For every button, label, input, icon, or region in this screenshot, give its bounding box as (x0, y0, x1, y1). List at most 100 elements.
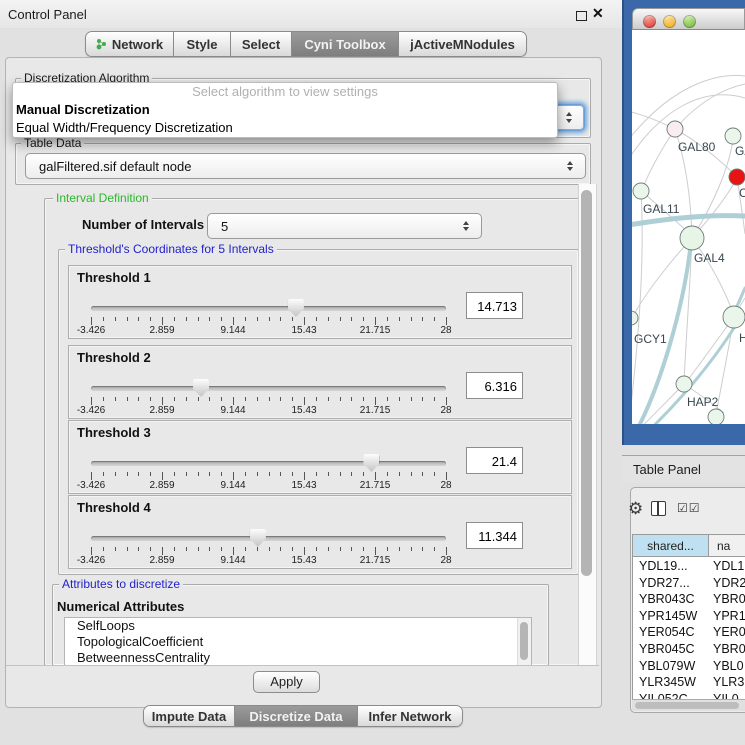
apply-button[interactable]: Apply (253, 671, 320, 693)
slider-thumb[interactable] (288, 299, 304, 317)
threshold-value-field[interactable]: 14.713 (466, 292, 523, 319)
table-cell[interactable]: YBL0 (713, 658, 744, 675)
checkboxes-icon[interactable]: ☑☑ (677, 501, 701, 515)
network-node-GCY1[interactable] (632, 311, 638, 325)
table-cell[interactable]: YBR0 (713, 591, 745, 608)
network-node-red[interactable] (729, 169, 745, 185)
tick-mark (221, 397, 222, 401)
network-node-partial-bottom[interactable] (708, 409, 724, 424)
table-row[interactable]: YBR043C YBR0 (633, 591, 745, 608)
table-row[interactable]: YBR045C YBR0 (633, 641, 745, 658)
table-cell[interactable]: YDR2 (713, 575, 745, 592)
tab-jactivemnodules[interactable]: jActiveMNodules (398, 32, 526, 56)
tab-label: Select (242, 37, 280, 52)
network-node-GAL4[interactable] (680, 226, 704, 250)
tab-discretize-data[interactable]: Discretize Data (234, 706, 357, 726)
table-row[interactable]: YPR145W YPR1 (633, 608, 745, 625)
list-scrollbar[interactable] (517, 618, 531, 665)
tab-cyni-toolbox[interactable]: Cyni Toolbox (291, 32, 398, 56)
slider-track[interactable] (91, 306, 446, 311)
table-hscrollbar-thumb[interactable] (635, 702, 739, 709)
table-cell[interactable]: YBR043C (639, 591, 695, 608)
network-node-HAP2[interactable] (676, 376, 692, 392)
network-node-GAL80[interactable] (667, 121, 683, 137)
tick-mark (269, 397, 270, 401)
network-node-GA[interactable] (725, 128, 741, 144)
tick-mark (257, 472, 258, 476)
tick-mark (233, 472, 234, 480)
table-row[interactable]: YDR27... YDR2 (633, 575, 745, 592)
table-cell[interactable]: YER0 (713, 624, 745, 641)
network-node-GAL11[interactable] (633, 183, 649, 199)
zoom-traffic-light[interactable] (683, 15, 696, 28)
table-cell[interactable]: YLR3 (713, 674, 744, 691)
table-cell[interactable]: YDL1 (713, 558, 744, 575)
threshold-value-field[interactable]: 11.344 (466, 522, 523, 549)
threshold-value-field[interactable]: 6.316 (466, 372, 523, 399)
node-table: shared... na YDL19...YDL1YDR27...YDR2YBR… (632, 534, 745, 710)
table-cell[interactable]: YDL19... (639, 558, 688, 575)
gear-icon[interactable]: ⚙ (628, 500, 643, 517)
table-cell[interactable]: YPR1 (713, 608, 745, 625)
float-window-button[interactable] (576, 11, 587, 21)
tick-mark (127, 397, 128, 401)
number-of-intervals-label: Number of Intervals (82, 217, 204, 232)
slider-track[interactable] (91, 461, 446, 466)
table-cell[interactable]: YBR045C (639, 641, 695, 658)
tick-mark (387, 397, 388, 401)
table-data-combo[interactable]: galFiltered.sif default node (25, 153, 586, 179)
tick-mark (280, 397, 281, 401)
list-scrollbar-thumb[interactable] (520, 622, 528, 660)
table-hscrollbar[interactable] (632, 699, 745, 711)
tick-mark (138, 472, 139, 476)
tick-mark (127, 317, 128, 321)
attribute-item[interactable]: BetweennessCentrality (65, 650, 531, 666)
table-cell[interactable]: YER054C (639, 624, 695, 641)
network-window-title-bar[interactable] (632, 8, 745, 30)
attribute-item[interactable]: TopologicalCoefficient (65, 634, 531, 650)
slider-thumb[interactable] (363, 454, 379, 472)
tab-style[interactable]: Style (173, 32, 230, 56)
table-row[interactable]: YER054C YER0 (633, 624, 745, 641)
threshold-value-field[interactable]: 21.4 (466, 447, 523, 474)
tick-mark (174, 547, 175, 551)
tab-impute-data[interactable]: Impute Data (144, 706, 234, 726)
slider-track[interactable] (91, 536, 446, 541)
attributes-list[interactable]: SelfLoopsTopologicalCoefficientBetweenne… (64, 617, 532, 666)
table-panel-title: Table Panel (633, 462, 701, 477)
tick-mark (292, 472, 293, 476)
tick-mark (446, 547, 447, 555)
column-header-shared[interactable]: shared... (633, 535, 709, 557)
table-row[interactable]: YLR345W YLR3 (633, 674, 745, 691)
minimize-traffic-light[interactable] (663, 15, 676, 28)
tab-infer-network[interactable]: Infer Network (357, 706, 462, 726)
popup-item-equal-width-frequency[interactable]: Equal Width/Frequency Discretization (13, 119, 557, 137)
table-cell[interactable]: YBR0 (713, 641, 745, 658)
table-cell[interactable]: YBL079W (639, 658, 695, 675)
slider-track[interactable] (91, 386, 446, 391)
slider-thumb[interactable] (193, 379, 209, 397)
table-row[interactable]: YBL079W YBL0 (633, 658, 745, 675)
attribute-item[interactable]: SelfLoops (65, 618, 531, 634)
column-header-name[interactable]: na (709, 535, 745, 557)
panel-scrollbar-thumb[interactable] (581, 190, 592, 576)
table-cell[interactable]: YDR27... (639, 575, 690, 592)
close-icon[interactable]: ✕ (592, 5, 604, 22)
number-of-intervals-combo[interactable]: 5 (207, 213, 482, 239)
split-column-icon[interactable] (651, 501, 666, 516)
tick-mark (399, 472, 400, 476)
table-row[interactable]: YDL19... YDL1 (633, 558, 745, 575)
popup-item-manual-discretization[interactable]: Manual Discretization (13, 101, 557, 119)
network-canvas[interactable]: GAL80GACGAL11GAL4GCY1HHAP2 (632, 30, 745, 424)
slider-thumb[interactable] (250, 529, 266, 547)
network-node-label: GAL11 (643, 202, 680, 216)
combo-arrows-icon (562, 112, 576, 123)
tab-network[interactable]: Network (86, 32, 173, 56)
table-cell[interactable]: YPR145W (639, 608, 697, 625)
close-traffic-light[interactable] (643, 15, 656, 28)
tab-label: Network (112, 37, 163, 52)
table-cell[interactable]: YLR345W (639, 674, 696, 691)
network-node-H[interactable] (723, 306, 745, 328)
tick-mark (399, 547, 400, 551)
tab-select[interactable]: Select (230, 32, 291, 56)
